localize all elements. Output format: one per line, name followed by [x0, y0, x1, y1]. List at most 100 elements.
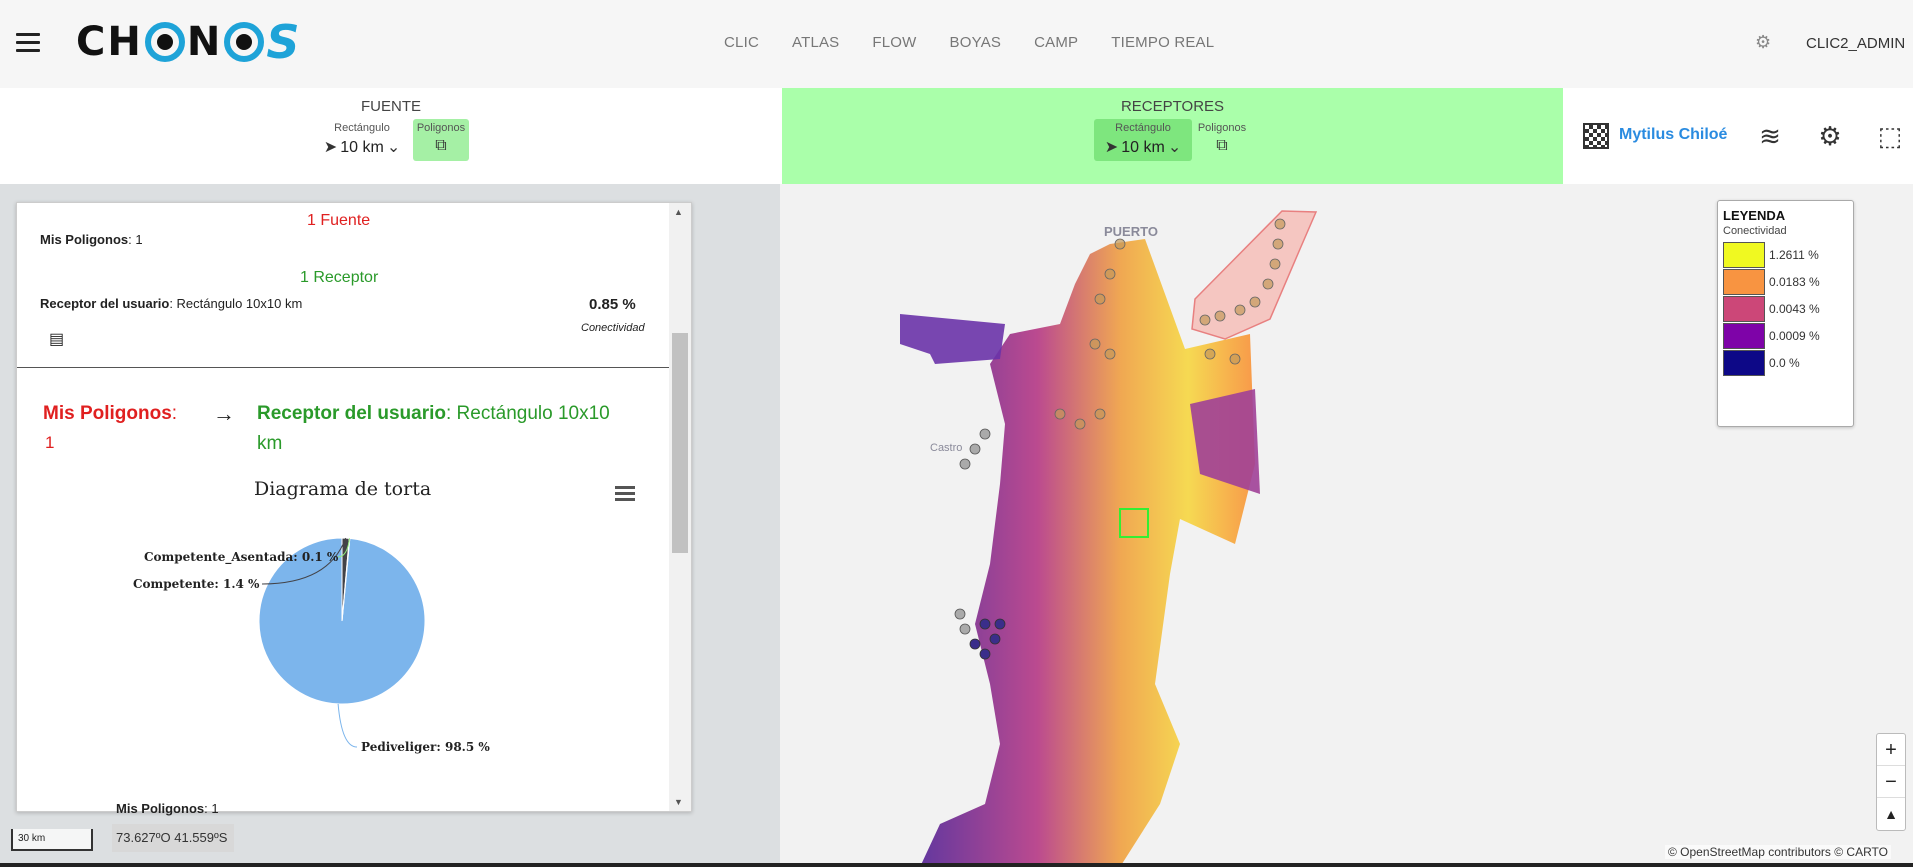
chevron-down-icon: ⌄ — [1167, 139, 1182, 156]
legend-panel: LEYENDA Conectividad 1.2611 % 0.0183 % 0… — [1717, 200, 1854, 427]
fuente-poligonos-label: Poligonos — [416, 122, 466, 134]
divider — [17, 367, 669, 368]
mis-poligonos-tooltip: Mis Poligonos: 1 — [116, 801, 219, 816]
fuente-count-heading: 1 Fuente — [307, 212, 371, 229]
conectividad-value: 0.85 % — [589, 296, 636, 313]
fuente-block: FUENTE Rectángulo ➤ 10 km ⌄ Poligonos ⧉ — [0, 88, 782, 184]
top-bar: CH N S CLIC ATLAS FLOW BOYAS CAMP TIEMPO R… — [0, 0, 1913, 88]
nav-atlas[interactable]: ATLAS — [792, 34, 839, 51]
chart-menu-icon[interactable] — [615, 486, 635, 502]
legend-swatch — [1723, 241, 1765, 268]
conectividad-label: Conectividad — [581, 322, 645, 334]
legend-row: 0.0043 % — [1723, 295, 1848, 322]
map-attribution[interactable]: © OpenStreetMap contributors © CARTO — [1665, 845, 1891, 859]
chonos-logo[interactable]: CH N S — [76, 14, 301, 70]
zoom-controls: + − ▲ — [1876, 733, 1906, 831]
flow-source: Mis Poligonos: — [43, 403, 177, 425]
heatmap-west-arm — [900, 314, 1005, 364]
receptores-block: RECEPTORES Rectángulo ➤ 10 km ⌄ Poligono… — [782, 88, 1563, 184]
shapes-icon: ⧉ — [435, 137, 447, 154]
zoom-in-button[interactable]: + — [1877, 734, 1905, 766]
scale-bar: 30 km — [11, 829, 93, 851]
nav-clic[interactable]: CLIC — [724, 34, 759, 51]
pie-connector — [337, 703, 358, 748]
scroll-up-icon[interactable]: ▲ — [674, 207, 683, 217]
fuente-poligonos-option[interactable]: Poligonos ⧉ — [413, 119, 469, 161]
coordinate-readout: 73.627ºO 41.559ºS — [112, 824, 234, 852]
receptor-rectangulo-label: Rectángulo — [1115, 122, 1171, 134]
flow-destination-label: Receptor del usuario — [257, 403, 446, 424]
receptor-usuario-value: : Rectángulo 10x10 km — [169, 296, 303, 311]
legend-value: 0.0043 % — [1769, 301, 1820, 316]
flow-source-label: Mis Poligonos — [43, 403, 172, 424]
fuente-rectangulo-option[interactable]: Rectángulo ➤ 10 km ⌄ — [320, 119, 404, 161]
checker-grid-icon[interactable] — [1583, 123, 1609, 149]
user-name[interactable]: CLIC2_ADMIN — [1806, 35, 1905, 52]
mis-poligonos-tooltip-label: Mis Poligonos — [116, 801, 205, 816]
nav-tiempo-real[interactable]: TIEMPO REAL — [1111, 34, 1214, 51]
flow-source-value: : — [171, 403, 178, 424]
pie-label-competente: Competente: 1.4 % — [133, 577, 260, 591]
legend-row: 1.2611 % — [1723, 241, 1848, 268]
results-panel[interactable]: 1 Fuente Mis Poligonos: 1 1 Receptor Rec… — [16, 202, 692, 812]
shapes-icon: ⧉ — [1216, 137, 1228, 154]
layers-icon[interactable]: ≋ — [1756, 122, 1784, 150]
nav-boyas[interactable]: BOYAS — [950, 34, 1002, 51]
pointer-icon: ➤ — [323, 139, 338, 156]
panel-scrollbar[interactable]: ▲ ▼ — [669, 203, 691, 811]
mis-poligonos-row: Mis Poligonos: 1 — [40, 232, 143, 247]
legend-value: 0.0183 % — [1769, 274, 1820, 289]
legend-row: 0.0009 % — [1723, 322, 1848, 349]
receptores-title: RECEPTORES — [1120, 98, 1225, 115]
report-icon[interactable]: ▤ — [49, 329, 64, 349]
pie-label-competente-asentada: Competente_Asentada: 0.1 % — [144, 550, 339, 565]
receptor-usuario-label: Receptor del usuario — [40, 296, 170, 311]
project-name[interactable]: Mytilus Chiloé — [1619, 126, 1727, 144]
chart-title: Diagrama de torta — [254, 478, 432, 500]
flow-source-count: 1 — [45, 433, 55, 452]
project-tools: Mytilus Chiloé ≋ ⚙ ⬚ — [1563, 88, 1913, 184]
legend-value: 0.0 % — [1769, 355, 1800, 370]
source-polygon — [1191, 210, 1318, 340]
settings-gear-icon[interactable]: ⚙ — [1755, 33, 1773, 51]
scroll-down-icon[interactable]: ▼ — [674, 797, 683, 807]
mis-poligonos-label: Mis Poligonos — [40, 232, 129, 247]
scroll-thumb[interactable] — [672, 333, 688, 553]
legend-subtitle: Conectividad — [1723, 225, 1787, 237]
flow-destination: Receptor del usuario: Rectángulo 10x10 — [257, 403, 610, 425]
nav-camp[interactable]: CAMP — [1034, 34, 1078, 51]
fuente-rectangulo-label: Rectángulo — [334, 122, 390, 134]
flow-destination-value: : Rectángulo 10x10 — [446, 403, 610, 424]
flow-destination-value-cont: km — [257, 433, 283, 454]
bottom-edge — [0, 863, 1913, 867]
mis-poligonos-tooltip-value: : 1 — [204, 801, 219, 816]
place-label-puerto: PUERTO — [1104, 224, 1158, 239]
chevron-down-icon: ⌄ — [386, 139, 401, 156]
receptor-rectangulo-option[interactable]: Rectángulo ➤ 10 km ⌄ — [1094, 119, 1192, 161]
menu-icon[interactable] — [16, 33, 40, 53]
place-label-castro: Castro — [930, 442, 963, 454]
polygon-edit-icon[interactable]: ⬚ — [1876, 122, 1904, 150]
pointer-icon: ➤ — [1104, 139, 1119, 156]
receptor-poligonos-label: Poligonos — [1197, 122, 1247, 134]
selection-controls: FUENTE Rectángulo ➤ 10 km ⌄ Poligonos ⧉ … — [0, 88, 1913, 184]
legend-swatch — [1723, 322, 1765, 349]
legend-title: LEYENDA — [1723, 208, 1786, 223]
north-reset-icon[interactable]: ▲ — [1877, 798, 1905, 830]
legend-value: 0.0009 % — [1769, 328, 1820, 343]
arrow-right-icon: → — [213, 401, 235, 426]
nav-flow[interactable]: FLOW — [872, 34, 916, 51]
settings-icon[interactable]: ⚙ — [1816, 122, 1844, 150]
main-nav: CLIC ATLAS FLOW BOYAS CAMP TIEMPO REAL — [724, 34, 1247, 51]
legend-swatch — [1723, 295, 1765, 322]
legend-swatch — [1723, 268, 1765, 295]
legend-row: 0.0 % — [1723, 349, 1848, 376]
fuente-rectangulo-value: 10 km — [340, 139, 384, 156]
receptor-rectangulo-value: 10 km — [1121, 139, 1165, 156]
legend-row: 0.0183 % — [1723, 268, 1848, 295]
receptor-usuario-row: Receptor del usuario: Rectángulo 10x10 k… — [40, 296, 302, 311]
zoom-out-button[interactable]: − — [1877, 766, 1905, 798]
receptor-poligonos-option[interactable]: Poligonos ⧉ — [1194, 119, 1250, 161]
pie-label-pediveliger: Pediveliger: 98.5 % — [361, 740, 490, 754]
pie-chart: Pediveliger: 98.5 % Competente: 1.4 % Comp… — [133, 537, 490, 754]
